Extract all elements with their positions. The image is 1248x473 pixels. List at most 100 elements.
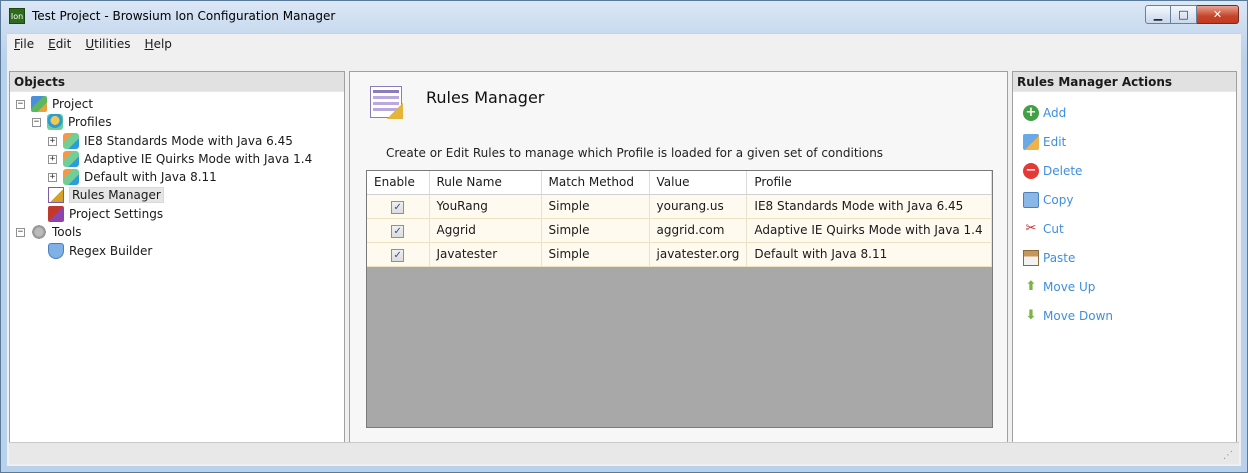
window-controls: ▁ □ ✕	[1145, 5, 1239, 24]
column-header-rule-name[interactable]: Rule Name	[429, 171, 542, 195]
action-label: Cut	[1043, 221, 1064, 236]
menu-help[interactable]: Help	[138, 35, 179, 53]
profiles-icon	[47, 114, 63, 130]
minimize-icon: ▁	[1153, 8, 1163, 21]
tree-node-project-settings[interactable]: Project Settings	[48, 205, 163, 223]
minimize-button[interactable]: ▁	[1145, 5, 1171, 24]
close-button[interactable]: ✕	[1197, 5, 1239, 24]
tree-label-profile: Adaptive IE Quirks Mode with Java 1.4	[84, 152, 313, 166]
title-bar: Ion Test Project - Browsium Ion Configur…	[1, 1, 1247, 31]
action-label: Delete	[1043, 163, 1083, 178]
rules-manager-title: Rules Manager	[426, 88, 545, 107]
profile-icon	[63, 169, 79, 185]
close-icon: ✕	[1212, 8, 1223, 21]
profile-cell: IE8 Standards Mode with Java 6.45	[746, 194, 992, 219]
column-header-profile[interactable]: Profile	[746, 171, 992, 195]
copy-icon	[1023, 191, 1039, 208]
project-settings-icon	[48, 206, 64, 222]
collapse-icon[interactable]: −	[16, 99, 25, 109]
app-window: Ion Test Project - Browsium Ion Configur…	[0, 0, 1248, 473]
tree-label-profile: Default with Java 8.11	[84, 170, 217, 184]
value-cell: yourang.us	[649, 194, 748, 219]
expand-icon[interactable]: +	[48, 136, 57, 146]
rules-table-header-row: Enable Rule Name Match Method Value Prof…	[367, 171, 992, 195]
profile-icon	[63, 133, 79, 149]
tree-node-profile[interactable]: + Adaptive IE Quirks Mode with Java 1.4	[48, 150, 312, 168]
add-action[interactable]: + Add	[1013, 98, 1236, 127]
edit-icon	[1023, 133, 1039, 150]
copy-action[interactable]: Copy	[1013, 185, 1236, 214]
action-label: Move Down	[1043, 308, 1113, 323]
column-header-enable[interactable]: Enable	[367, 171, 430, 195]
tree-node-project[interactable]: − Project	[16, 95, 93, 113]
expand-icon[interactable]: +	[48, 154, 57, 164]
tools-gear-icon	[31, 224, 47, 240]
tree-node-profile[interactable]: + IE8 Standards Mode with Java 6.45	[48, 132, 293, 150]
delete-icon: −	[1023, 162, 1039, 179]
tree-node-profiles[interactable]: − Profiles	[32, 113, 112, 131]
rule-name-cell: Aggrid	[429, 218, 542, 243]
paste-action[interactable]: Paste	[1013, 243, 1236, 272]
menu-utilities[interactable]: Utilities	[78, 35, 137, 53]
window-title: Test Project - Browsium Ion Configuratio…	[32, 9, 336, 23]
actions-panel-header: Rules Manager Actions	[1013, 72, 1236, 92]
actions-panel: Rules Manager Actions + Add Edit − Delet…	[1012, 71, 1237, 443]
objects-panel: Objects − Project − Profiles + IE8 Stand…	[9, 71, 345, 443]
rule-name-cell: YouRang	[429, 194, 542, 219]
action-label: Add	[1043, 105, 1067, 120]
collapse-icon[interactable]: −	[16, 227, 25, 237]
move-down-action[interactable]: ⬇ Move Down	[1013, 301, 1236, 330]
enable-checkbox[interactable]: ✓	[391, 224, 405, 238]
tree-label-project: Project	[52, 97, 94, 111]
rules-grid: Enable Rule Name Match Method Value Prof…	[366, 170, 993, 428]
action-label: Edit	[1043, 134, 1067, 149]
edit-action[interactable]: Edit	[1013, 127, 1236, 156]
tree-label-regex-builder: Regex Builder	[69, 244, 153, 258]
regex-builder-icon	[48, 243, 64, 259]
table-row[interactable]: ✓ YouRang Simple yourang.us IE8 Standard…	[367, 194, 992, 219]
add-icon: +	[1023, 104, 1039, 121]
tree-node-rules-manager[interactable]: Rules Manager	[48, 186, 164, 204]
menu-edit[interactable]: Edit	[41, 35, 78, 53]
resize-grip-icon[interactable]: ⋰	[1223, 450, 1233, 461]
tree-node-tools[interactable]: − Tools	[16, 223, 82, 241]
enable-checkbox[interactable]: ✓	[391, 200, 405, 214]
table-row[interactable]: ✓ Aggrid Simple aggrid.com Adaptive IE Q…	[367, 218, 992, 243]
tree-node-regex-builder[interactable]: Regex Builder	[48, 242, 152, 260]
profile-icon	[63, 151, 79, 167]
ion-app-icon: Ion	[9, 8, 25, 24]
tree-label-project-settings: Project Settings	[69, 207, 164, 221]
collapse-icon[interactable]: −	[32, 117, 41, 127]
cut-action[interactable]: ✂ Cut	[1013, 214, 1236, 243]
enable-checkbox[interactable]: ✓	[391, 248, 405, 262]
move-up-action[interactable]: ⬆ Move Up	[1013, 272, 1236, 301]
rules-manager-description: Create or Edit Rules to manage which Pro…	[386, 146, 884, 160]
maximize-icon: □	[1178, 8, 1189, 21]
maximize-button[interactable]: □	[1171, 5, 1197, 24]
status-bar: ⋰	[9, 442, 1239, 464]
enable-cell: ✓	[367, 218, 430, 243]
tree-node-profile[interactable]: + Default with Java 8.11	[48, 168, 217, 186]
table-row[interactable]: ✓ Javatester Simple javatester.org Defau…	[367, 242, 992, 267]
paste-icon	[1023, 249, 1039, 266]
column-header-value[interactable]: Value	[649, 171, 748, 195]
tree-label-rules-manager: Rules Manager	[69, 187, 164, 203]
actions-list: + Add Edit − Delete Copy ✂ Cut Paste ⬆ M…	[1013, 92, 1236, 330]
tree-label-profile: IE8 Standards Mode with Java 6.45	[84, 134, 293, 148]
rules-manager-large-icon	[370, 86, 403, 119]
tree-label-tools: Tools	[52, 225, 82, 239]
expand-icon[interactable]: +	[48, 172, 57, 182]
match-method-cell: Simple	[541, 194, 650, 219]
action-label: Move Up	[1043, 279, 1096, 294]
rules-manager-panel: Rules Manager Create or Edit Rules to ma…	[349, 71, 1008, 443]
profile-cell: Adaptive IE Quirks Mode with Java 1.4	[746, 218, 992, 243]
column-header-match-method[interactable]: Match Method	[541, 171, 650, 195]
project-icon	[31, 96, 47, 112]
objects-panel-header: Objects	[10, 72, 344, 92]
move-down-icon: ⬇	[1025, 308, 1037, 323]
menu-file[interactable]: File	[7, 35, 41, 53]
delete-action[interactable]: − Delete	[1013, 156, 1236, 185]
enable-cell: ✓	[367, 194, 430, 219]
value-cell: javatester.org	[649, 242, 748, 267]
menu-bar: File Edit Utilities Help	[7, 33, 1241, 67]
